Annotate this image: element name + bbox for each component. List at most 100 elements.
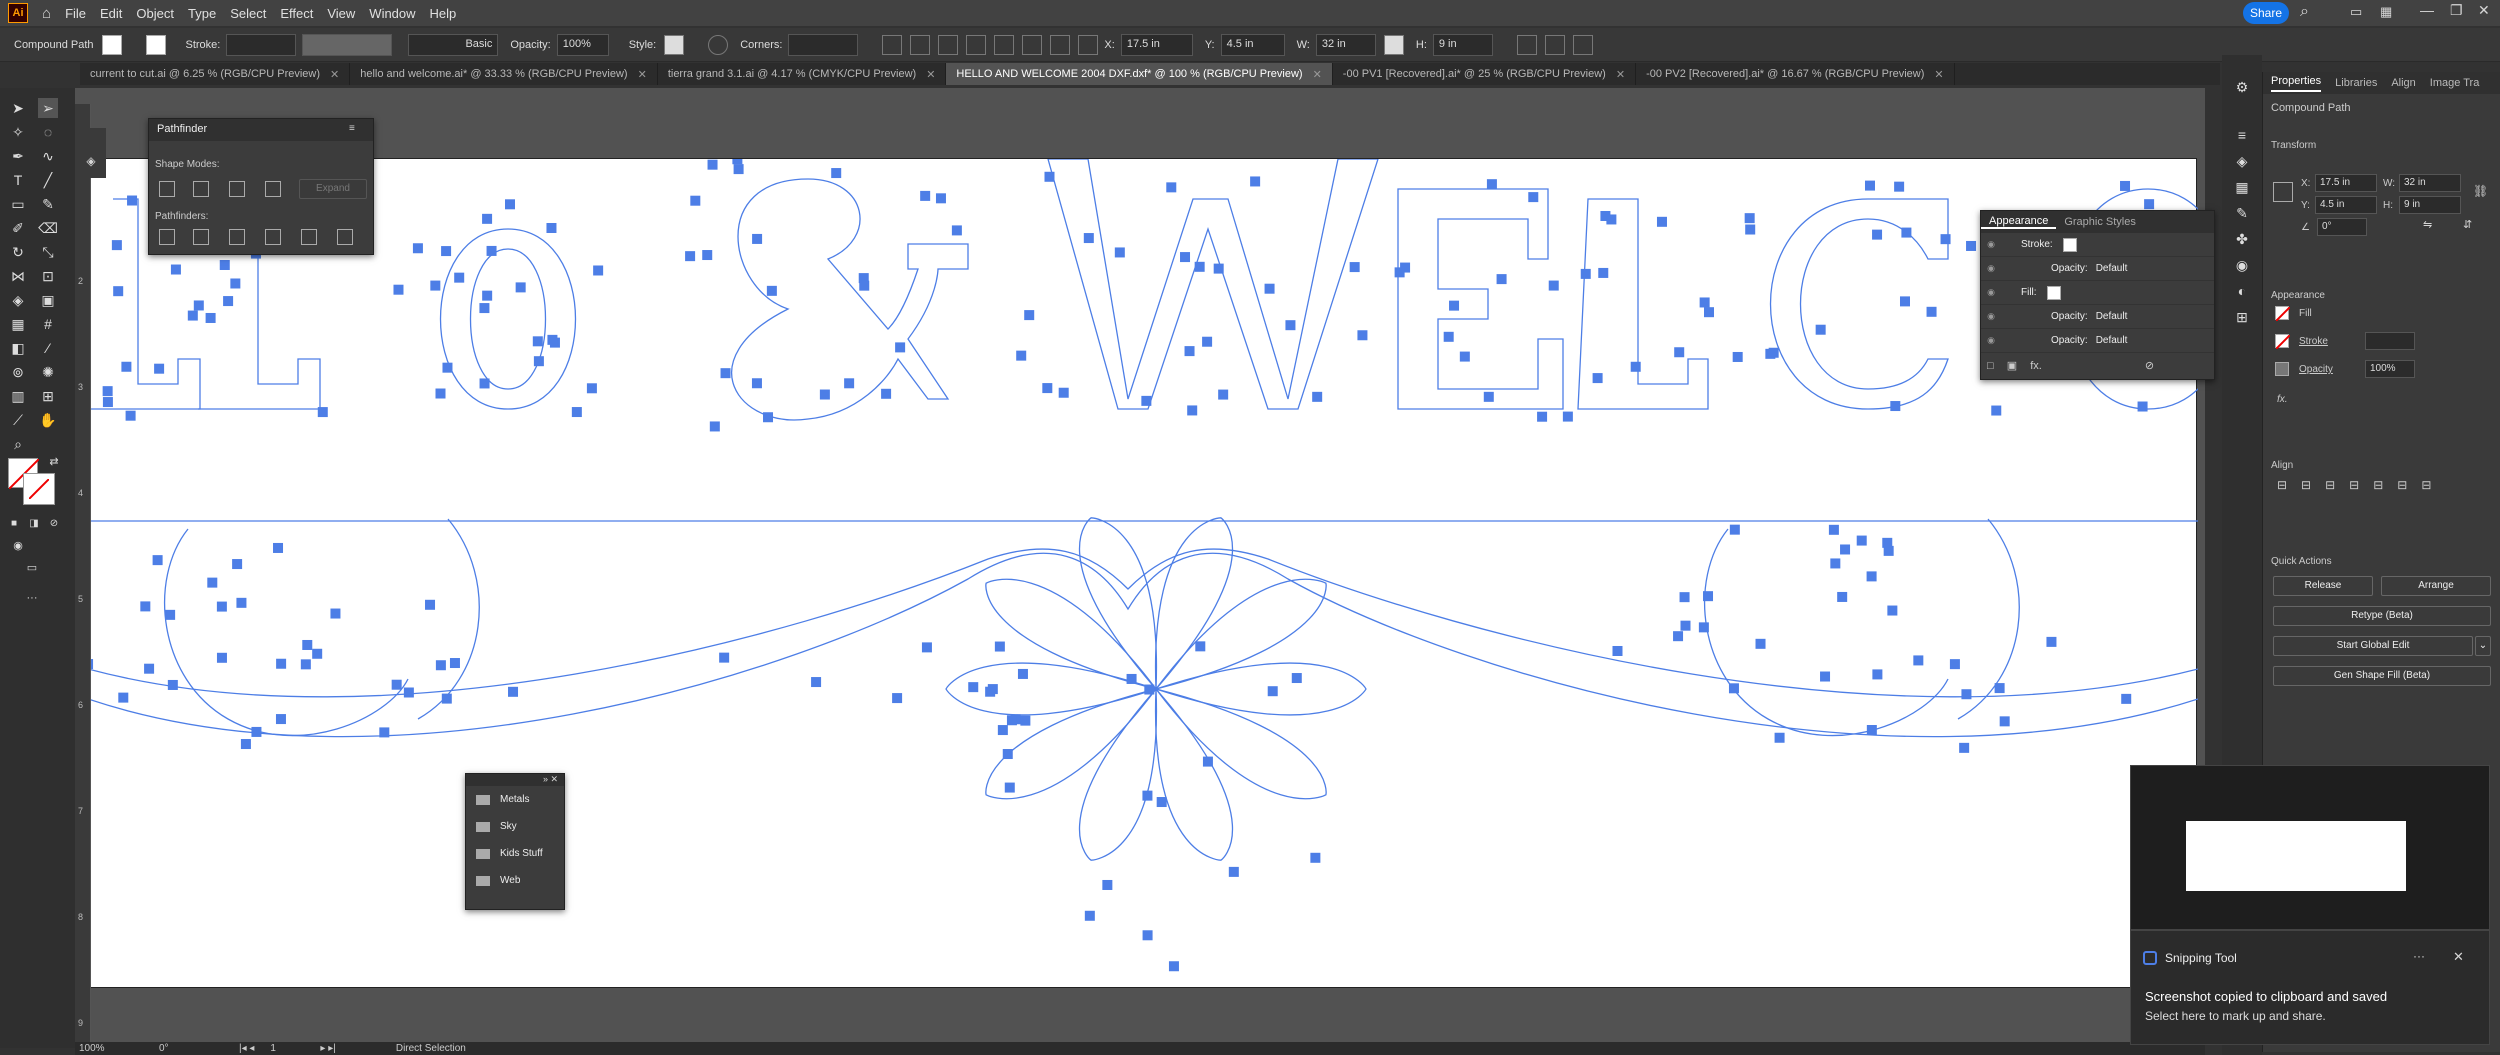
anchor-point[interactable] (1840, 544, 1851, 555)
color-mode-icon[interactable]: ■ (4, 514, 24, 534)
anchor-point[interactable] (1002, 749, 1013, 760)
menu-view[interactable]: View (327, 6, 355, 21)
anchor-point[interactable] (205, 312, 216, 323)
anchor-point[interactable] (1449, 300, 1460, 311)
anchor-point[interactable] (1612, 645, 1623, 656)
anchor-point[interactable] (1999, 716, 2010, 727)
blend-tool-icon[interactable]: ⊚ (8, 362, 28, 382)
tab-close-icon[interactable]: ✕ (1934, 68, 1943, 81)
anchor-point[interactable] (1961, 689, 1972, 700)
anchor-point[interactable] (1486, 179, 1497, 190)
anchor-point[interactable] (831, 168, 842, 179)
anchor-point[interactable] (892, 693, 903, 704)
anchor-point[interactable] (1228, 866, 1239, 877)
anchor-point[interactable] (1349, 262, 1360, 273)
align-hcenter-icon[interactable] (938, 34, 959, 55)
anchor-point[interactable] (1699, 297, 1710, 308)
anchor-point[interactable] (479, 303, 490, 314)
anchor-point[interactable] (1913, 655, 1924, 666)
anchor-point[interactable] (1656, 216, 1667, 227)
anchor-point[interactable] (2144, 199, 2155, 210)
anchor-point[interactable] (230, 278, 241, 289)
anchor-point[interactable] (1887, 605, 1898, 616)
swag-lower-path[interactable] (87, 552, 2199, 738)
anchor-point[interactable] (2137, 401, 2148, 412)
align-to-icon[interactable] (882, 34, 903, 55)
tab-document-3[interactable]: HELLO AND WELCOME 2004 DXF.dxf* @ 100 % … (946, 63, 1333, 85)
start-global-edit-button[interactable]: Start Global Edit (2273, 636, 2473, 656)
gradient-mode-icon[interactable]: ◨ (24, 514, 44, 534)
symbol-sprayer-tool-icon[interactable]: ✺ (38, 362, 58, 382)
artboard-nav-last[interactable]: ▸ ▸| (320, 1043, 335, 1054)
visibility-eye-icon[interactable]: ◉ (1981, 311, 2001, 322)
visibility-eye-icon[interactable]: ◉ (1981, 335, 2001, 346)
appearance-row-value[interactable]: Default (2096, 311, 2128, 322)
anchor-point[interactable] (1732, 351, 1743, 362)
prop-opacity-field[interactable]: 100% (2365, 360, 2415, 378)
minimize-icon[interactable]: — (2420, 2, 2434, 18)
w-field[interactable]: 32 in (1315, 33, 1376, 56)
anchor-point[interactable] (968, 682, 979, 693)
brush-definition[interactable]: Basic (408, 33, 499, 56)
tab-document-0[interactable]: current to cut.ai @ 6.25 % (RGB/CPU Prev… (80, 63, 351, 85)
anchor-point[interactable] (1443, 331, 1454, 342)
anchor-point[interactable] (1184, 346, 1195, 357)
align-left-icon[interactable] (910, 34, 931, 55)
anchor-point[interactable] (1606, 214, 1617, 225)
anchor-point[interactable] (1774, 732, 1785, 743)
draw-mode-icon[interactable]: ◉ (8, 536, 28, 556)
perspective-grid-tool-icon[interactable]: ▦ (8, 314, 28, 334)
anchor-point[interactable] (1016, 350, 1027, 361)
type-tool-icon[interactable]: T (8, 170, 28, 190)
anchor-point[interactable] (1042, 383, 1053, 394)
anchor-point[interactable] (2120, 180, 2131, 191)
anchor-point[interactable] (1004, 782, 1015, 793)
anchor-point[interactable] (1537, 411, 1548, 422)
anchor-point[interactable] (1890, 401, 1901, 412)
x-field[interactable]: 17.5 in (1120, 33, 1193, 56)
global-edit-dropdown[interactable]: ⌄ (2475, 636, 2491, 656)
transparency-icon[interactable]: ◐ (2232, 281, 2252, 301)
minus-back-icon[interactable] (337, 229, 353, 245)
anchor-point[interactable] (276, 658, 287, 669)
anchor-point[interactable] (435, 388, 446, 399)
flip-horizontal-icon[interactable]: ⇋ (2423, 218, 2432, 231)
anchor-point[interactable] (1899, 296, 1910, 307)
anchor-point[interactable] (403, 687, 414, 698)
tab-close-icon[interactable]: ✕ (638, 68, 647, 81)
exclude-icon[interactable] (265, 181, 281, 197)
anchor-point[interactable] (236, 597, 247, 608)
anchor-point[interactable] (441, 246, 452, 257)
visibility-eye-icon[interactable]: ◉ (1981, 287, 2001, 298)
anchor-point[interactable] (140, 601, 151, 612)
anchor-point[interactable] (571, 407, 582, 418)
anchor-point[interactable] (752, 233, 763, 244)
anchor-point[interactable] (935, 193, 946, 204)
tab-close-icon[interactable]: ✕ (1313, 68, 1322, 81)
anchor-point[interactable] (997, 725, 1008, 736)
anchor-point[interactable] (125, 410, 136, 421)
anchor-point[interactable] (1820, 671, 1831, 682)
flower-petal-path[interactable] (1154, 517, 1234, 690)
tab-align[interactable]: Align (2391, 77, 2415, 89)
anchor-point[interactable] (1168, 961, 1179, 972)
opacity-field[interactable]: 100% (556, 33, 609, 56)
anchor-point[interactable] (1166, 182, 1177, 193)
anchor-point[interactable] (1994, 683, 2005, 694)
isolate-icon[interactable] (1544, 34, 1565, 55)
anchor-point[interactable] (1114, 247, 1125, 258)
swatches-icon[interactable]: ▦ (2232, 177, 2252, 197)
anchor-point[interactable] (2046, 636, 2057, 647)
anchor-point[interactable] (118, 692, 129, 703)
properties-icon[interactable]: ⚙ (2232, 77, 2252, 97)
anchor-point[interactable] (751, 378, 762, 389)
rotation-view[interactable]: 0° (159, 1043, 219, 1054)
anchor-point[interactable] (921, 642, 932, 653)
anchor-point[interactable] (187, 310, 198, 321)
anchor-point[interactable] (859, 280, 870, 291)
gen-shape-fill-button[interactable]: Gen Shape Fill (Beta) (2273, 666, 2491, 686)
stroke-weight-field[interactable] (226, 33, 297, 56)
menu-file[interactable]: File (65, 6, 86, 21)
swatch-folder-item[interactable]: Kids Stuff (466, 840, 564, 867)
prop-fx-icon[interactable]: fx. (2277, 394, 2288, 405)
